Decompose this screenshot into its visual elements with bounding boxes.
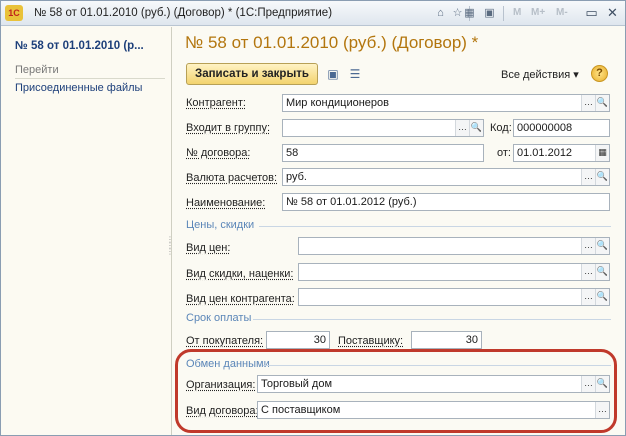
search-icon[interactable]: 🔍 <box>595 289 609 305</box>
search-icon[interactable]: 🔍 <box>595 238 609 254</box>
search-icon[interactable]: 🔍 <box>595 169 609 185</box>
date-field[interactable]: 01.01.2012 ▦ <box>513 144 610 162</box>
to-supplier-field[interactable]: 30 <box>411 331 482 349</box>
app-logo[interactable]: 1С <box>5 5 23 21</box>
panel-splitter-handle[interactable]: ⋮ ⋮ ⋮ <box>166 236 174 263</box>
price-type-label: Вид цен: <box>186 242 231 254</box>
memory-add-button[interactable]: M+ <box>531 7 545 18</box>
select-button[interactable]: … <box>581 238 595 254</box>
contract-number-field[interactable]: 58 <box>282 144 484 162</box>
payment-group-title: Срок оплаты <box>186 312 252 324</box>
discount-type-label: Вид скидки, наценки: <box>186 268 294 280</box>
counterparty-field[interactable]: Мир кондиционеров … 🔍 <box>282 94 610 112</box>
code-field[interactable]: 000000008 <box>513 119 610 137</box>
currency-label: Валюта расчетов: <box>186 172 277 184</box>
app-window: 1С № 58 от 01.01.2010 (руб.) (Договор) *… <box>0 0 626 436</box>
group-divider <box>259 226 611 227</box>
group-label: Входит в группу: <box>186 122 270 134</box>
home-icon[interactable]: ⌂ <box>432 5 449 22</box>
toolbar-separator <box>503 6 504 21</box>
nav-header: Перейти <box>15 64 165 79</box>
document-link[interactable]: № 58 от 01.01.2010 (р... <box>15 40 144 52</box>
select-button[interactable]: … <box>455 120 469 136</box>
date-value: 01.01.2012 <box>517 147 573 159</box>
name-field[interactable]: № 58 от 01.01.2012 (руб.) <box>282 193 610 211</box>
currency-value: руб. <box>286 171 307 183</box>
save-icon[interactable]: ▣ <box>325 66 341 82</box>
list-icon[interactable]: ☰ <box>347 66 363 82</box>
counterparty-price-type-label: Вид цен контрагента: <box>186 293 295 305</box>
group-field[interactable]: … 🔍 <box>282 119 484 137</box>
counterparty-label: Контрагент: <box>186 97 246 109</box>
search-icon[interactable]: 🔍 <box>469 120 483 136</box>
to-supplier-label: Поставщику: <box>338 335 404 347</box>
name-label: Наименование: <box>186 197 266 209</box>
memory-subtract-button[interactable]: M- <box>556 7 568 18</box>
prices-group-title: Цены, скидки <box>186 219 255 231</box>
calculator-icon[interactable]: ▦ <box>461 5 478 22</box>
currency-field[interactable]: руб. … 🔍 <box>282 168 610 186</box>
group-divider <box>253 319 611 320</box>
nav-item-attached-files[interactable]: Присоединенные файлы <box>15 82 142 94</box>
counterparty-price-type-field[interactable]: … 🔍 <box>298 288 610 306</box>
search-icon[interactable]: 🔍 <box>595 264 609 280</box>
date-label: от: <box>497 147 511 159</box>
discount-type-field[interactable]: … 🔍 <box>298 263 610 281</box>
select-button[interactable]: … <box>581 169 595 185</box>
save-and-close-button[interactable]: Записать и закрыть <box>186 63 318 85</box>
help-button[interactable]: ? <box>591 65 608 82</box>
calendar-icon[interactable]: ▣ <box>481 5 498 22</box>
contract-number-label: № договора: <box>186 147 251 159</box>
highlight-outline <box>175 349 617 433</box>
title-bar: 1С № 58 от 01.01.2010 (руб.) (Договор) *… <box>1 1 625 26</box>
window-title: № 58 от 01.01.2010 (руб.) (Договор) * (1… <box>34 7 333 19</box>
form-title: № 58 от 01.01.2010 (руб.) (Договор) * <box>185 33 479 52</box>
select-button[interactable]: … <box>581 264 595 280</box>
from-buyer-label: От покупателя: <box>186 335 264 347</box>
search-icon[interactable]: 🔍 <box>595 95 609 111</box>
memory-button[interactable]: M <box>513 7 521 18</box>
minimize-icon[interactable]: ▭ <box>583 5 600 22</box>
all-actions-menu[interactable]: Все действия ▾ <box>501 68 579 81</box>
close-icon[interactable]: ✕ <box>604 5 621 22</box>
counterparty-value: Мир кондиционеров <box>286 97 390 109</box>
from-buyer-field[interactable]: 30 <box>266 331 330 349</box>
price-type-field[interactable]: … 🔍 <box>298 237 610 255</box>
code-label: Код: <box>490 122 512 134</box>
calendar-icon[interactable]: ▦ <box>595 145 609 161</box>
navigation-panel: № 58 от 01.01.2010 (р... Перейти Присоед… <box>1 27 174 435</box>
select-button[interactable]: … <box>581 289 595 305</box>
select-button[interactable]: … <box>581 95 595 111</box>
